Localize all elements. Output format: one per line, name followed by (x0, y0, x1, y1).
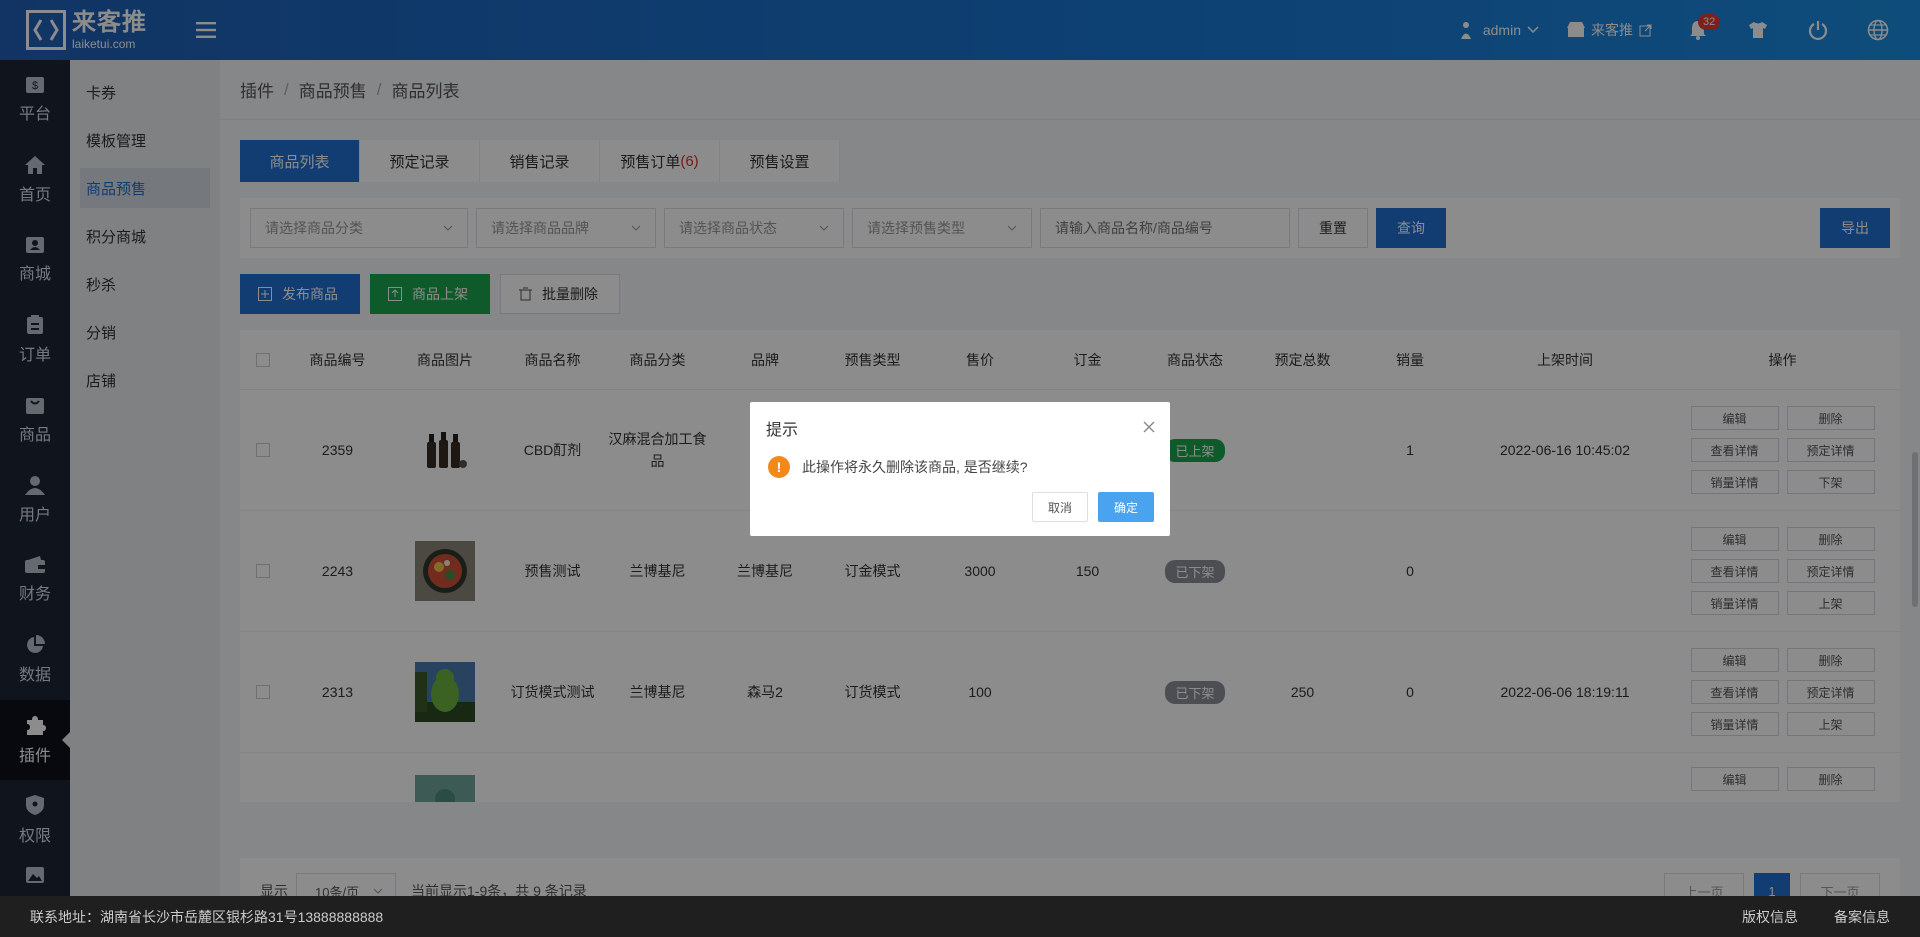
dialog-title: 提示 (766, 422, 799, 439)
cancel-button[interactable]: 取消 (1032, 492, 1088, 522)
warning-icon: ! (768, 456, 790, 478)
confirm-dialog: 提示 ! 此操作将永久删除该商品, 是否继续? 取消 确定 (750, 402, 1170, 536)
confirm-button[interactable]: 确定 (1098, 492, 1154, 522)
copyright-link[interactable]: 版权信息 (1742, 907, 1798, 927)
contact-address: 联系地址：湖南省长沙市岳麓区银杉路31号13888888888 (30, 908, 384, 925)
close-icon[interactable] (1142, 420, 1156, 434)
footer: 联系地址：湖南省长沙市岳麓区银杉路31号13888888888 版权信息 备案信… (0, 896, 1920, 937)
dialog-message: 此操作将永久删除该商品, 是否继续? (802, 459, 1028, 475)
record-link[interactable]: 备案信息 (1834, 907, 1890, 927)
